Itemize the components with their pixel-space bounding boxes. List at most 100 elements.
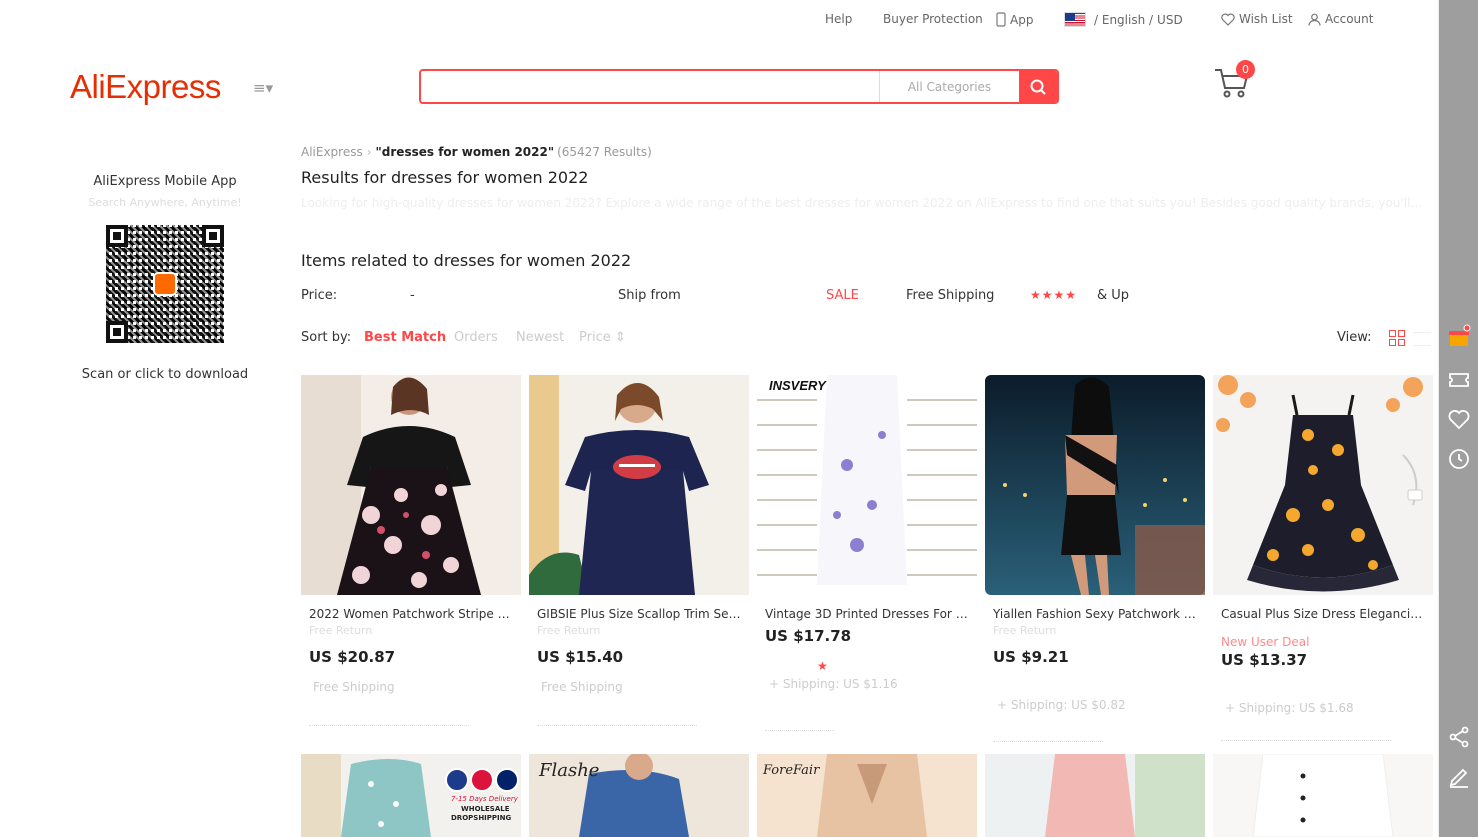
sort-newest[interactable]: Newest [516,330,564,345]
breadcrumb-query: "dresses for women 2022" [375,145,555,159]
product-title[interactable]: Yiallen Fashion Sexy Patchwork Mini Dres… [993,607,1197,621]
product-image[interactable] [985,375,1205,595]
breadcrumb-home[interactable]: AliExpress [301,145,363,159]
account-label: Account [1325,12,1374,26]
product-card[interactable]: GIBSIE Plus Size Scallop Trim Sequin Dre… [529,375,749,726]
product-image[interactable] [529,375,749,595]
product-card[interactable]: INSVERY Vintage 3D Printed Dresses For W… [757,375,977,731]
app-promo-subtitle: Search Anywhere, Anytime! [88,196,242,209]
grid-view-icon[interactable] [1389,330,1405,346]
product-title[interactable]: Casual Plus Size Dress Elegancia Mujer [1221,607,1425,621]
buyer-protection-link[interactable]: Buyer Protection [883,12,983,26]
chevron-right-icon: › [366,145,372,159]
search-button[interactable] [1019,71,1057,102]
app-promo-title: AliExpress Mobile App [93,174,237,189]
filter-bar: Price: - Ship from SALE Free Shipping ★★… [301,288,1436,308]
help-label: Help [825,12,853,26]
results-title: Results for dresses for women 2022 [301,168,589,187]
free-shipping-filter[interactable]: Free Shipping [906,288,994,303]
store-link[interactable] [1221,731,1391,741]
buyer-protection-label: Buyer Protection [883,12,983,26]
heart-icon[interactable] [1447,407,1471,431]
list-view-icon[interactable] [1413,332,1431,346]
qr-finder-icon [202,225,224,247]
product-image[interactable] [1213,375,1433,595]
product-title[interactable]: Vintage 3D Printed Dresses For Women [765,607,969,621]
product-price: US $17.78 [765,627,852,645]
product-card[interactable]: Yiallen Fashion Sexy Patchwork Mini Dres… [985,375,1205,742]
delivery-badge: 7-15 Days Delivery [451,795,519,803]
store-link[interactable] [993,732,1103,742]
search-results-main: AliExpress › "dresses for women 2022" (6… [301,140,1436,350]
currency-label: USD [1157,12,1183,27]
product-image[interactable] [1213,754,1433,837]
sort-price[interactable]: Price ⇕ [579,330,626,345]
product-card[interactable]: Casual Plus Size Dress Elegancia Mujer N… [1213,375,1433,741]
rating-and-up-label: & Up [1097,288,1130,303]
product-brand: INSVERY [769,378,827,393]
top-bar: Help Buyer Protection App / English / US… [0,0,1438,40]
product-price: US $13.37 [1221,651,1308,669]
ship-from-filter[interactable]: Ship from [618,288,681,303]
rating-star-icon: ★ [817,659,828,673]
coupon-icon[interactable] [1447,368,1471,392]
scan-download-text[interactable]: Scan or click to download [60,367,270,382]
view-label: View: [1337,330,1372,345]
product-price: US $9.21 [993,648,1069,666]
product-shipping: + Shipping: US $1.68 [1225,701,1354,715]
product-card[interactable]: 2022 Women Patchwork Stripe Neck Dress F… [301,375,521,726]
qr-code[interactable] [106,225,224,343]
gift-icon[interactable] [1447,324,1471,348]
history-clock-icon[interactable] [1447,447,1471,471]
product-image[interactable]: Flashe [529,754,749,837]
rating-stars-filter[interactable]: ★★★★ [1030,288,1077,302]
store-link[interactable] [537,716,697,726]
product-title[interactable]: 2022 Women Patchwork Stripe Neck Dress [309,607,513,621]
store-link[interactable] [765,721,835,731]
language-currency-selector[interactable]: / English / USD [1064,12,1183,27]
product-brand: Flashe [538,760,599,781]
product-price: US $20.87 [309,648,396,666]
sort-best-match[interactable]: Best Match [364,330,446,345]
wishlist-link[interactable]: Wish List [1221,12,1293,26]
store-link[interactable] [309,716,469,726]
qr-finder-icon [106,225,128,247]
product-free-return: Free Return [993,624,1057,637]
product-price: US $15.40 [537,648,624,666]
price-filter-label: Price: [301,288,338,303]
search-category-select[interactable]: All Categories [879,71,1019,102]
app-link[interactable]: App [996,12,1033,27]
product-image[interactable]: 7-15 Days Delivery WHOLESALE DROPSHIPPIN… [301,754,521,837]
product-shipping: Free Shipping [313,680,395,694]
categories-menu-icon[interactable]: ≡▾ [253,79,273,97]
account-link[interactable]: Account [1308,12,1373,26]
help-link[interactable]: Help [825,12,852,26]
heart-icon [1221,13,1235,26]
aliexpress-logo[interactable]: AliExpress [70,68,221,106]
results-description: Looking for high-quality dresses for wom… [301,196,1426,210]
sort-orders[interactable]: Orders [454,330,498,345]
aliexpress-app-icon [153,272,177,296]
product-shipping: + Shipping: US $1.16 [769,677,898,691]
wholesale-badge: WHOLESALE [461,805,510,813]
product-brand: ForeFair [762,763,820,778]
right-toolbar [1438,0,1478,837]
product-image[interactable]: ForeFair [757,754,977,837]
user-icon [1308,13,1321,26]
phone-icon [996,12,1006,27]
price-range-separator[interactable]: - [410,288,415,303]
sort-label: Sort by: [301,330,352,345]
sort-bar: Sort by: Best Match Orders Newest Price … [301,330,1436,350]
share-icon[interactable] [1447,725,1471,749]
language-label: / English / [1094,12,1154,27]
app-download-promo: AliExpress Mobile App Search Anywhere, A… [60,170,270,382]
product-free-return: Free Return [309,624,373,637]
sale-filter[interactable]: SALE [826,288,859,303]
product-image[interactable] [985,754,1205,837]
cart-count-badge: 0 [1236,60,1255,79]
feedback-edit-icon[interactable] [1447,765,1471,789]
search-input[interactable] [421,71,879,102]
product-image[interactable]: INSVERY [757,375,977,595]
product-image[interactable] [301,375,521,595]
product-title[interactable]: GIBSIE Plus Size Scallop Trim Sequin Dre… [537,607,741,621]
